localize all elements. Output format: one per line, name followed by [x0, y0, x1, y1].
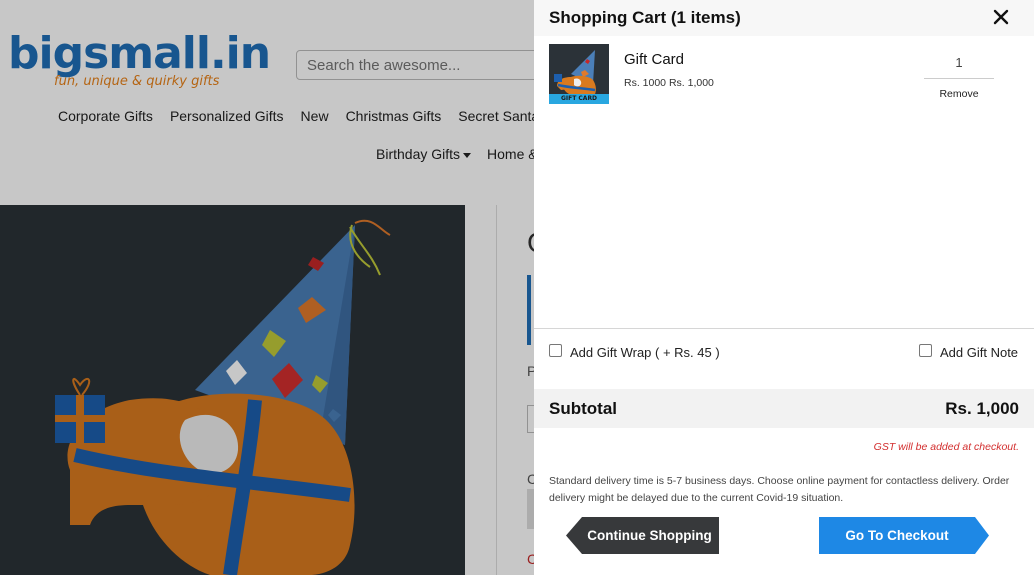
gift-card-thumbnail[interactable]: GIFT CARD — [549, 44, 609, 104]
cart-header: Shopping Cart (1 items) — [534, 0, 1034, 36]
subtotal-value: Rs. 1,000 — [945, 399, 1019, 418]
gift-card-thumb-label: GIFT CARD — [560, 95, 598, 102]
subtotal-label: Subtotal — [549, 399, 617, 418]
close-cart-button[interactable] — [990, 6, 1012, 28]
subtotal-row: Subtotal Rs. 1,000 — [534, 389, 1034, 428]
gift-note-checkbox[interactable] — [919, 344, 932, 357]
divider — [534, 328, 1034, 329]
checkout-button[interactable]: Go To Checkout — [819, 517, 989, 554]
gift-note-option[interactable]: Add Gift Note — [919, 344, 1019, 360]
remove-item-link[interactable]: Remove — [924, 88, 994, 100]
checkout-label: Go To Checkout — [845, 528, 949, 543]
gift-wrap-option[interactable]: Add Gift Wrap ( + Rs. 45 ) — [549, 344, 720, 360]
modal-backdrop[interactable] — [0, 0, 534, 575]
quantity-input[interactable]: 1 — [924, 52, 994, 79]
gst-note: GST will be added at checkout. — [873, 441, 1019, 453]
gift-note-label: Add Gift Note — [940, 345, 1019, 360]
continue-shopping-label: Continue Shopping — [587, 528, 712, 543]
cart-line-item: GIFT CARD Gift Card Rs. 1000 Rs. 1,000 1… — [549, 44, 1019, 106]
gift-wrap-label: Add Gift Wrap ( + Rs. 45 ) — [570, 345, 720, 360]
item-name[interactable]: Gift Card — [624, 51, 684, 68]
close-icon — [993, 9, 1009, 25]
continue-shopping-button[interactable]: Continue Shopping — [566, 517, 719, 554]
gift-wrap-checkbox[interactable] — [549, 344, 562, 357]
cart-title: Shopping Cart (1 items) — [549, 8, 741, 27]
item-price: Rs. 1000 Rs. 1,000 — [624, 77, 714, 89]
cart-drawer: Shopping Cart (1 items) GIFT CARD Gift C… — [534, 0, 1034, 575]
delivery-note: Standard delivery time is 5-7 business d… — [549, 475, 1010, 504]
